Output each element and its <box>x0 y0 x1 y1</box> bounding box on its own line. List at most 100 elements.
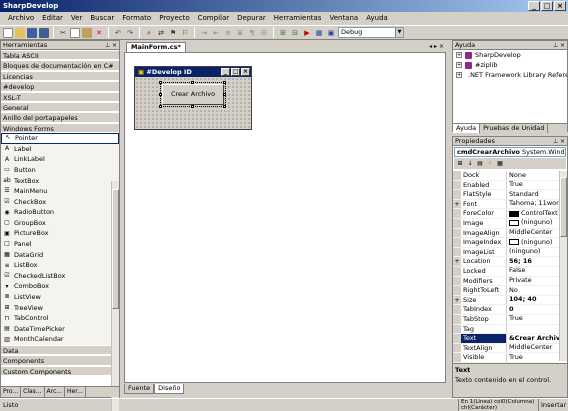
tool-bottom-tab[interactable]: Her... <box>65 387 86 397</box>
tab-fuente[interactable]: Fuente <box>124 384 155 394</box>
help-tree-item[interactable]: + .NET Framework Library Reference <box>453 70 567 80</box>
property-value[interactable]: Tahoma; 11world <box>507 200 559 209</box>
menu-item-depurar[interactable]: Depurar <box>233 12 270 25</box>
resize-handle[interactable] <box>159 93 162 96</box>
new-file-icon[interactable] <box>3 27 13 38</box>
property-value[interactable]: &Crear Archivo <box>507 334 559 343</box>
expand-icon[interactable]: + <box>453 199 461 209</box>
property-value[interactable]: (ninguno) <box>507 248 559 257</box>
menu-item-editar[interactable]: Editar <box>38 12 67 25</box>
build-configuration-select[interactable]: Debug ▼ <box>338 27 404 38</box>
property-row-tabindex[interactable]: TabIndex 0 <box>453 305 559 315</box>
property-value[interactable]: Private <box>507 277 559 286</box>
delete-icon[interactable]: ✕ <box>94 28 104 38</box>
comment-icon[interactable]: ≡ <box>223 28 233 38</box>
menu-item-buscar[interactable]: Buscar <box>86 12 118 25</box>
tool-category[interactable]: Licencias <box>1 70 119 82</box>
property-value[interactable]: False <box>507 267 559 276</box>
property-value[interactable] <box>507 325 559 334</box>
property-row-size[interactable]: + Size 104; 40 <box>453 295 559 306</box>
property-row-enabled[interactable]: Enabled True <box>453 180 559 191</box>
tool-item-tabcontrol[interactable]: ⊓ TabControl <box>1 313 119 324</box>
pin-close-icon[interactable]: ⊥ × <box>553 137 565 146</box>
tool-item-listview[interactable]: ≣ ListView <box>1 292 119 303</box>
tool-item-button[interactable]: ▭ Button <box>1 164 119 176</box>
property-row-locked[interactable]: Locked False <box>453 266 559 277</box>
properties-scrollbar-thumb[interactable] <box>560 177 567 237</box>
property-value[interactable]: MiddleCenter <box>507 229 559 238</box>
menu-item-compilar[interactable]: Compilar <box>194 12 234 25</box>
tool-category[interactable]: Custom Components <box>1 365 119 377</box>
property-pages-icon[interactable]: ▦ <box>496 160 504 168</box>
property-value[interactable]: 104; 40 <box>507 296 559 305</box>
property-row-imagelist[interactable]: ImageList (ninguno) <box>453 247 559 258</box>
property-row-font[interactable]: +FontTahoma; 11world <box>453 199 559 210</box>
property-row-dock[interactable]: Dock None <box>453 171 559 181</box>
resize-handle[interactable] <box>159 105 162 108</box>
property-row-location[interactable]: + Location 56; 16 <box>453 257 559 267</box>
tool-category[interactable]: XSL-T <box>1 91 119 102</box>
tool-category[interactable]: Data <box>1 345 119 356</box>
resize-handle[interactable] <box>223 93 226 96</box>
property-row-forecolor[interactable]: ForeColor ControlText <box>453 209 559 219</box>
replace-icon[interactable]: ⇄ <box>156 28 166 38</box>
tool-item-treeview[interactable]: ⊞ TreeView <box>1 302 119 314</box>
property-row-tabstop[interactable]: TabStop True <box>453 314 559 325</box>
menu-item-ventana[interactable]: Ventana <box>325 12 362 25</box>
property-value[interactable]: 0 <box>507 305 559 314</box>
tool-item-panel[interactable]: □ Panel <box>1 239 119 250</box>
cut-icon[interactable]: ✂ <box>58 28 68 38</box>
open-folder-icon[interactable] <box>15 27 25 38</box>
outdent-icon[interactable]: ⇤ <box>211 28 221 38</box>
property-value[interactable]: ControlText <box>507 209 559 218</box>
property-value[interactable]: True <box>507 353 559 362</box>
resize-handle[interactable] <box>223 81 226 84</box>
tool-item-monthcalendar[interactable]: ▥ MonthCalendar <box>1 334 119 345</box>
tool-category[interactable]: Windows Forms <box>1 122 119 134</box>
tool-category[interactable]: General <box>1 101 119 113</box>
events-icon[interactable]: ⚡ <box>486 160 494 168</box>
property-row-righttoleft[interactable]: RightToLeft No <box>453 286 559 296</box>
menu-item-archivo[interactable]: Archivo <box>4 12 38 25</box>
tool-category[interactable]: Tabla ASCII <box>1 50 119 61</box>
tool-item-groupbox[interactable]: ▢ GroupBox <box>1 217 119 229</box>
tool-item-checkedlistbox[interactable]: ☑ CheckedListBox <box>1 270 119 282</box>
uncomment-icon[interactable]: ≣ <box>235 28 245 38</box>
categorized-icon[interactable]: ⊞ <box>456 160 464 168</box>
property-value[interactable]: (ninguno) <box>507 238 559 247</box>
expand-icon[interactable]: + <box>456 72 462 78</box>
paste-icon[interactable] <box>82 27 92 38</box>
property-value[interactable]: No <box>507 286 559 295</box>
alphabetical-icon[interactable]: ↓ <box>466 160 474 168</box>
build-icon[interactable]: ⊞ <box>278 28 288 38</box>
tool-item-checkbox[interactable]: ☑ CheckBox <box>1 196 119 208</box>
tool-item-textbox[interactable]: ab TextBox <box>1 175 119 187</box>
save-all-icon[interactable] <box>39 27 49 38</box>
tool-item-listbox[interactable]: ≡ ListBox <box>1 260 119 271</box>
find-icon[interactable]: ⌕ <box>144 28 154 38</box>
expand-icon[interactable]: + <box>456 52 462 58</box>
designer-surface[interactable]: ▣ #Develop ID _ □ × Crear Archivo <box>124 52 446 383</box>
minimize-button[interactable]: _ <box>528 1 540 11</box>
tab-help-1[interactable]: Pruebas de Unidad <box>480 124 549 133</box>
property-value[interactable]: (ninguno) <box>507 219 559 228</box>
expand-icon[interactable]: + <box>456 62 462 68</box>
format-icon[interactable]: ¶ <box>247 28 257 38</box>
help-tree-item[interactable]: + #ziplib <box>453 60 567 70</box>
align-icon[interactable]: ⊟ <box>259 28 269 38</box>
tool-bottom-tab[interactable]: Arc... <box>45 387 65 397</box>
tool-bottom-tab[interactable]: Clas... <box>21 387 45 397</box>
maximize-button[interactable]: □ <box>541 1 553 11</box>
tool-item-datagrid[interactable]: ▦ DataGrid <box>1 249 119 261</box>
tool-item-combobox[interactable]: ▾ ComboBox <box>1 281 119 293</box>
indent-icon[interactable]: ⇥ <box>199 28 209 38</box>
tool-category[interactable]: Components <box>1 355 119 366</box>
expand-icon[interactable]: + <box>453 257 461 266</box>
copy-icon[interactable] <box>70 27 80 38</box>
tool-bottom-tab[interactable]: Pro... <box>1 387 22 397</box>
resize-handle[interactable] <box>191 105 194 108</box>
tool-category[interactable]: Bloques de documentación en C# <box>1 60 119 71</box>
run-project-icon[interactable]: ▣ <box>326 28 336 38</box>
run-icon[interactable]: ▶ <box>302 28 312 38</box>
menu-item-ayuda[interactable]: Ayuda <box>362 12 392 25</box>
